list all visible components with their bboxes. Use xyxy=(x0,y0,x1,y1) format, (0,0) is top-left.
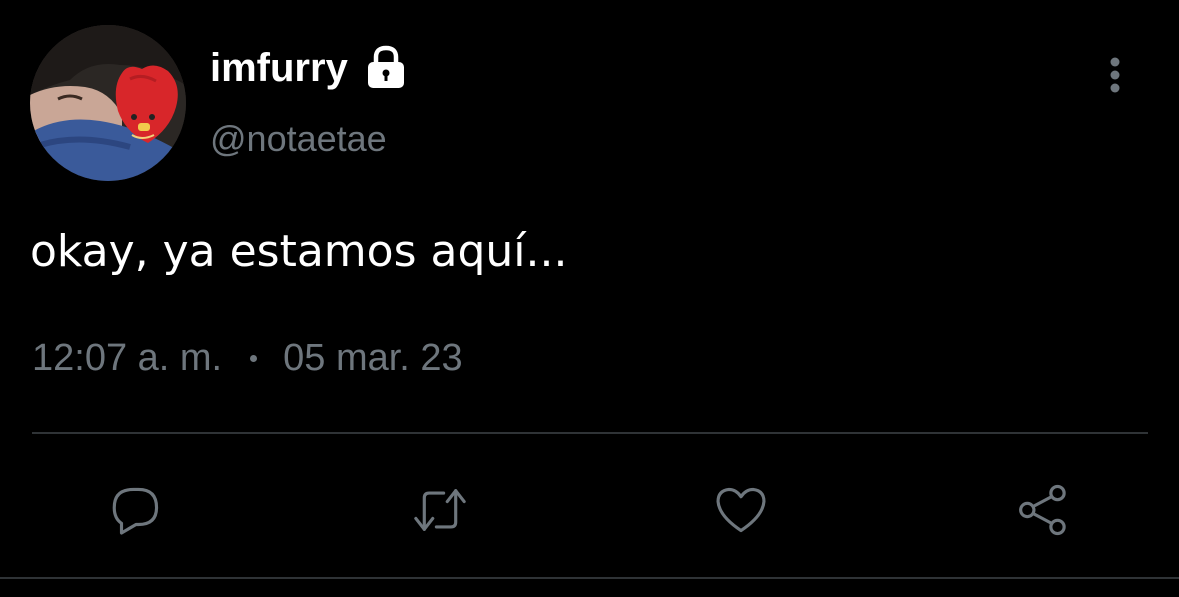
user-handle[interactable]: @notaetae xyxy=(210,116,387,162)
display-name[interactable]: imfurry xyxy=(210,42,348,94)
avatar[interactable] xyxy=(30,25,186,181)
divider xyxy=(32,432,1148,434)
more-vertical-icon[interactable] xyxy=(1100,55,1130,95)
retweet-button[interactable] xyxy=(408,478,472,542)
share-button[interactable] xyxy=(1011,478,1075,542)
retweet-icon xyxy=(414,489,466,531)
like-button[interactable] xyxy=(709,478,773,542)
lock-icon xyxy=(368,45,404,88)
reply-icon xyxy=(112,487,159,535)
tweet-text: okay, ya estamos aquí... xyxy=(30,226,568,277)
bottom-divider xyxy=(0,577,1179,579)
tweet-time: 12:07 a. m. xyxy=(32,337,223,379)
separator-dot xyxy=(250,354,258,362)
share-icon xyxy=(1019,484,1066,536)
heart-icon xyxy=(716,487,766,533)
avatar-image xyxy=(30,25,186,181)
tweet-date: 05 mar. 23 xyxy=(283,337,463,379)
reply-button[interactable] xyxy=(104,478,168,542)
tweet-timestamp: 12:07 a. m. 05 mar. 23 xyxy=(32,334,463,382)
tweet-card: imfurry @notaetae okay, ya estamos aquí.… xyxy=(0,0,1179,597)
